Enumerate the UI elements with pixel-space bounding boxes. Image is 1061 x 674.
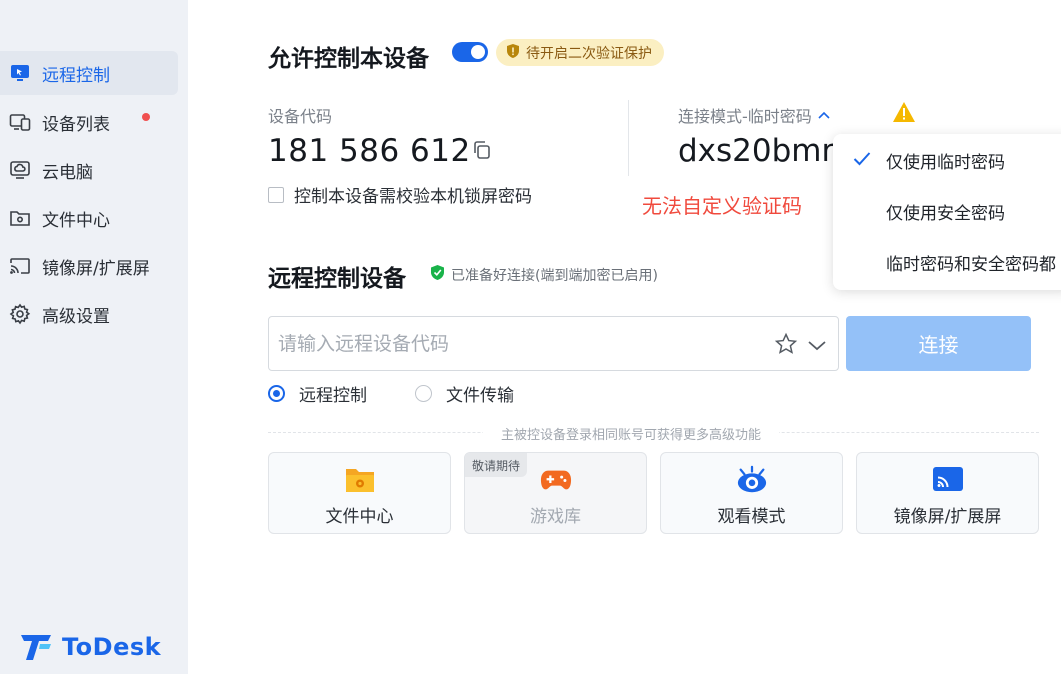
feature-hint: 主被控设备登录相同账号可获得更多高级功能: [483, 424, 780, 443]
check-shield-icon: [430, 264, 445, 285]
check-icon: [853, 151, 871, 172]
sidebar-item-cast-screen[interactable]: 镜像屏/扩展屏: [0, 244, 178, 288]
brand-logo: ToDesk: [18, 632, 161, 662]
dropdown-item-both[interactable]: 临时密码和安全密码都: [833, 240, 1061, 284]
connection-mode-label: 连接模式-临时密码: [678, 107, 812, 126]
connection-mode-selector[interactable]: 连接模式-临时密码: [678, 103, 830, 127]
connection-mode-dropdown: 仅使用临时密码 仅使用安全密码 临时密码和安全密码都: [833, 134, 1061, 290]
folder-icon: [344, 464, 376, 496]
shield-icon: [506, 43, 520, 63]
allow-control-toggle[interactable]: [452, 42, 488, 62]
annotation-note: 无法自定义验证码: [642, 194, 802, 218]
tile-watch-mode[interactable]: 观看模式: [660, 452, 843, 534]
radio-remote-control[interactable]: 远程控制: [268, 381, 367, 406]
lock-screen-check-label: 控制本设备需校验本机锁屏密码: [294, 187, 532, 207]
cast-screen-icon: [8, 254, 32, 278]
remote-code-input[interactable]: [278, 331, 748, 357]
ready-status-text: 已准备好连接(端到端加密已启用): [451, 267, 658, 284]
cloud-pc-icon: [8, 158, 32, 182]
brand-name: ToDesk: [62, 633, 162, 661]
sidebar-item-label: 高级设置: [42, 306, 110, 327]
device-list-icon: [8, 110, 32, 134]
coming-soon-tag: 敬请期待: [465, 453, 528, 477]
notification-dot: [142, 113, 150, 121]
allow-control-title: 允许控制本设备: [268, 46, 429, 72]
file-center-icon: [8, 206, 32, 230]
temp-password: dxs20bmr: [678, 133, 835, 169]
star-icon[interactable]: [774, 332, 798, 356]
lock-screen-checkbox[interactable]: [268, 186, 284, 203]
dropdown-item-secure-only[interactable]: 仅使用安全密码: [833, 189, 1061, 233]
remote-control-icon: [8, 61, 32, 85]
remote-control-title: 远程控制设备: [268, 266, 406, 292]
main-panel: 允许控制本设备 待开启二次验证保护 设备代码 181 586 612 控制本设备…: [188, 0, 1061, 674]
radio-file-transfer[interactable]: 文件传输: [415, 381, 514, 406]
sidebar-item-device-list[interactable]: 设备列表: [0, 100, 178, 144]
sidebar-item-label: 远程控制: [42, 65, 110, 86]
copy-icon[interactable]: [471, 139, 493, 161]
device-code: 181 586 612: [268, 133, 471, 169]
sidebar-item-label: 云电脑: [42, 162, 93, 183]
second-verify-badge[interactable]: 待开启二次验证保护: [496, 39, 664, 66]
sidebar-item-label: 镜像屏/扩展屏: [42, 258, 150, 279]
dropdown-item-temp-only[interactable]: 仅使用临时密码: [833, 138, 1061, 182]
eye-icon: [736, 464, 768, 496]
cast-icon: [932, 464, 964, 496]
sidebar-item-label: 文件中心: [42, 210, 110, 231]
sidebar: 远程控制 设备列表 云电脑 文件中心 镜像屏/扩展屏 高级设置 ToDesk: [0, 0, 188, 674]
sidebar-item-label: 设备列表: [42, 114, 110, 135]
tile-game-library[interactable]: 敬请期待 游戏库: [464, 452, 647, 534]
tile-file-center[interactable]: 文件中心: [268, 452, 451, 534]
sidebar-item-file-center[interactable]: 文件中心: [0, 196, 178, 240]
gamepad-icon: [540, 464, 572, 496]
badge-text: 待开启二次验证保护: [526, 45, 652, 62]
todesk-logo-icon: [21, 635, 51, 660]
ready-status: 已准备好连接(端到端加密已启用): [430, 264, 658, 285]
sidebar-item-cloud-pc[interactable]: 云电脑: [0, 148, 178, 192]
tile-cast-screen[interactable]: 镜像屏/扩展屏: [856, 452, 1039, 534]
connect-button[interactable]: 连接: [846, 316, 1031, 371]
gear-icon: [8, 302, 32, 326]
todesk-window: 远程控制 设备列表 云电脑 文件中心 镜像屏/扩展屏 高级设置 ToDesk 允…: [0, 0, 1061, 674]
radio-button[interactable]: [415, 385, 432, 402]
sidebar-item-remote-control[interactable]: 远程控制: [0, 51, 178, 95]
chevron-down-icon[interactable]: [806, 334, 828, 356]
radio-button[interactable]: [268, 385, 285, 402]
chevron-up-icon: [818, 107, 830, 123]
device-code-label: 设备代码: [268, 107, 333, 126]
divider: [628, 100, 629, 176]
warning-icon[interactable]: [892, 101, 916, 127]
remote-code-input-box[interactable]: [268, 316, 839, 371]
lock-screen-check-row[interactable]: 控制本设备需校验本机锁屏密码: [268, 182, 532, 207]
sidebar-item-advanced-settings[interactable]: 高级设置: [0, 292, 178, 336]
